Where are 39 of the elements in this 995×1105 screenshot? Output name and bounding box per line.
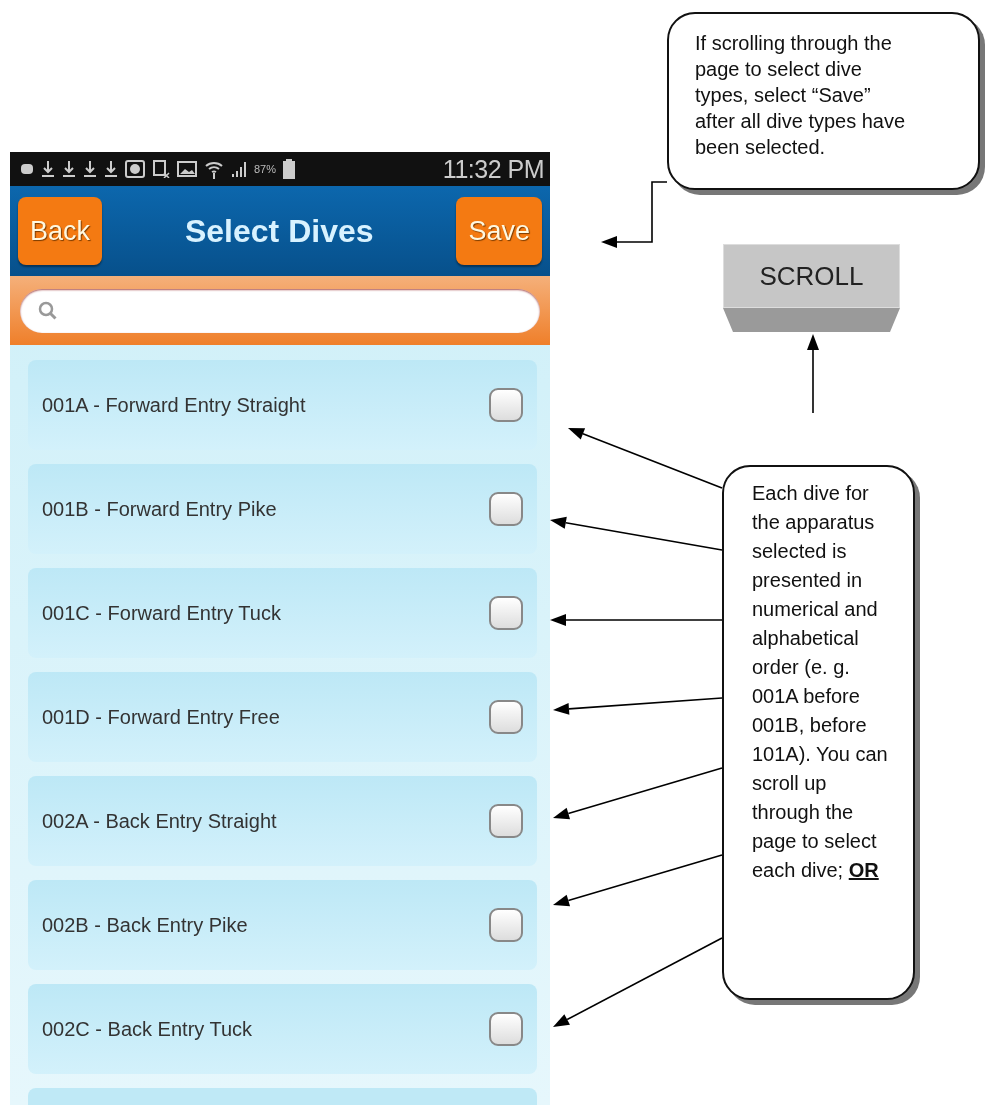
dive-label: 001C - Forward Entry Tuck [42,601,282,625]
download-icon [104,160,118,178]
search-field[interactable] [20,288,540,333]
callout-text: Each dive for the apparatus selected is presented in numerical and alphabetical order (e. g. 001A before 001B, before 101A). You can scroll up through the page to select each dive; OR [751,481,889,883]
dive-label: 002A - Back Entry Straight [42,809,278,833]
search-icon [38,300,58,321]
dive-list-item[interactable]: 001B - Forward Entry Pike [28,464,537,554]
dive-label: 001A - Forward Entry Straight [42,393,307,417]
checkbox[interactable] [489,492,523,526]
checkbox[interactable] [489,700,523,734]
signal-icon [231,160,247,178]
dive-list-item[interactable]: 002A - Back Entry Straight [28,776,537,866]
dive-list-item[interactable]: 002C - Back Entry Tuck [28,984,537,1074]
dive-list-item[interactable]: 001C - Forward Entry Tuck [28,568,537,658]
wifi-icon [204,159,224,179]
battery-icon [283,159,296,179]
notification-icon [20,162,34,176]
app-icon [125,160,145,178]
checkbox[interactable] [489,1012,523,1046]
dive-label: 001D - Forward Entry Free [42,705,281,729]
screen-title: Select Dives [183,212,375,250]
checkbox[interactable] [489,596,523,630]
dive-label: 002C - Back Entry Tuck [42,1017,254,1041]
battery-percent: 87% [254,163,277,175]
image-icon [177,160,197,178]
download-icon [62,160,76,178]
dive-label: 002B - Back Entry Pike [42,913,249,937]
checkbox[interactable] [489,804,523,838]
download-icon [83,160,97,178]
download-icon [41,160,55,178]
dive-label: 001B - Forward Entry Pike [42,497,278,521]
checkbox[interactable] [489,908,523,942]
clock-time: 11:32 PM [442,154,544,184]
callout-arrow [601,181,668,248]
document-icon [152,160,170,178]
callout-text: If scrolling through the page to select dive types, select “Save” after all dive types have been selected. [694,31,907,160]
checkbox[interactable] [489,388,523,422]
dive-list-item[interactable]: 002B - Back Entry Pike [28,880,537,970]
dive-list-item[interactable]: 001D - Forward Entry Free [28,672,537,762]
